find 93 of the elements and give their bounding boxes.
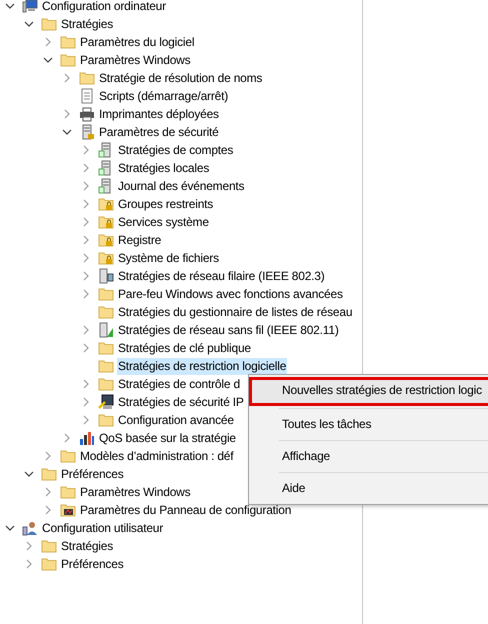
tree-item[interactable]: Configuration ordinateur [41, 0, 167, 14]
folder-icon [60, 448, 76, 464]
locked-folder-icon [98, 196, 114, 212]
tree-item[interactable]: Pare-feu Windows avec fonctions avancées [117, 286, 344, 302]
tree-item[interactable]: QoS basée sur la stratégie [98, 430, 237, 446]
expand-chevron-icon[interactable] [81, 199, 91, 209]
expand-chevron-icon[interactable] [81, 397, 91, 407]
expand-chevron-icon[interactable] [81, 289, 91, 299]
tree-item[interactable]: Paramètres du logiciel [79, 34, 196, 50]
folder-icon [98, 340, 114, 356]
expand-chevron-icon[interactable] [81, 235, 91, 245]
script-icon [79, 88, 95, 104]
tree-item[interactable]: Paramètres Windows [79, 52, 192, 68]
expand-chevron-icon[interactable] [81, 415, 91, 425]
collapse-chevron-icon[interactable] [43, 55, 53, 65]
tree-item[interactable]: Modèles d’administration : déf [79, 448, 234, 464]
folder-icon [98, 376, 114, 392]
tree-item[interactable]: Stratégies du gestionnaire de listes de réseau [117, 304, 354, 320]
expand-chevron-icon[interactable] [62, 109, 72, 119]
tree-item[interactable]: Stratégies de comptes [117, 142, 234, 158]
folder-icon [98, 358, 114, 374]
folder-icon [60, 52, 76, 68]
collapse-chevron-icon[interactable] [62, 127, 72, 137]
folder-icon [41, 16, 57, 32]
tree-item[interactable]: Paramètres du Panneau de configuration [79, 502, 292, 518]
expand-chevron-icon[interactable] [81, 253, 91, 263]
menu-item[interactable]: Affichage [249, 443, 488, 470]
menu-item[interactable]: Aide [249, 475, 488, 502]
tree-item[interactable]: Registre [117, 232, 162, 248]
tree-item[interactable]: Paramètres Windows [79, 484, 192, 500]
tree-item[interactable]: Stratégie de résolution de noms [98, 70, 264, 86]
menu-item[interactable]: Nouvelles stratégies de restriction logic [249, 377, 488, 406]
locked-folder-icon [98, 250, 114, 266]
folder-icon [98, 286, 114, 302]
bar-chart-icon [79, 430, 95, 446]
collapse-chevron-icon[interactable] [5, 1, 15, 11]
expand-chevron-icon[interactable] [43, 487, 53, 497]
folder-icon [98, 304, 114, 320]
locked-folder-icon [98, 232, 114, 248]
tree-item[interactable]: Stratégies locales [117, 160, 210, 176]
folder-icon [98, 412, 114, 428]
expand-chevron-icon[interactable] [81, 181, 91, 191]
tree-item[interactable]: Système de fichiers [117, 250, 220, 266]
expand-chevron-icon[interactable] [43, 37, 53, 47]
expand-chevron-icon[interactable] [81, 163, 91, 173]
tree-item[interactable]: Stratégies de sécurité IP [117, 394, 245, 410]
tree-item[interactable]: Stratégies [60, 16, 114, 32]
printer-icon [79, 106, 95, 122]
expand-chevron-icon[interactable] [81, 379, 91, 389]
tree-item[interactable]: Préférences [60, 556, 124, 572]
folder-icon [41, 538, 57, 554]
tree-item[interactable]: Stratégies de réseau sans fil (IEEE 802.11) [117, 322, 340, 338]
expand-chevron-icon[interactable] [81, 145, 91, 155]
expand-chevron-icon[interactable] [81, 325, 91, 335]
tree-item[interactable]: Préférences [60, 466, 124, 482]
signal-icon [98, 322, 114, 338]
expand-chevron-icon[interactable] [24, 541, 34, 551]
tree-item[interactable]: Groupes restreints [117, 196, 214, 212]
tree-item[interactable]: Journal des événements [117, 178, 246, 194]
collapse-chevron-icon[interactable] [24, 469, 34, 479]
expand-chevron-icon[interactable] [81, 271, 91, 281]
key-computer-icon [98, 394, 114, 410]
tree-item[interactable]: Paramètres de sécurité [98, 124, 220, 140]
expand-chevron-icon[interactable] [43, 505, 53, 515]
computer-icon [22, 0, 38, 14]
users-icon [22, 520, 38, 536]
folder-icon [41, 556, 57, 572]
network-icon [98, 268, 114, 284]
folder-icon [60, 484, 76, 500]
tree-item[interactable]: Scripts (démarrage/arrêt) [98, 88, 230, 104]
control-panel-icon [60, 502, 76, 518]
tree-item[interactable]: Stratégies de contrôle d [117, 376, 241, 392]
folder-icon [79, 70, 95, 86]
expand-chevron-icon[interactable] [62, 73, 72, 83]
collapse-chevron-icon[interactable] [5, 523, 15, 533]
tree-item[interactable]: Stratégies de restriction logicielle [117, 358, 288, 374]
tree-item[interactable]: Stratégies [60, 538, 114, 554]
folder-icon [41, 466, 57, 482]
collapse-chevron-icon[interactable] [24, 19, 34, 29]
tree-item[interactable]: Stratégies de réseau filaire (IEEE 802.3) [117, 268, 326, 284]
tree-item[interactable]: Configuration avancée [117, 412, 235, 428]
expand-chevron-icon[interactable] [43, 451, 53, 461]
tree-item[interactable]: Configuration utilisateur [41, 520, 164, 536]
tree-item[interactable]: Services système [117, 214, 210, 230]
expand-chevron-icon[interactable] [24, 559, 34, 569]
tree-item[interactable]: Imprimantes déployées [98, 106, 220, 122]
expand-chevron-icon[interactable] [62, 433, 72, 443]
folder-icon [60, 34, 76, 50]
expand-chevron-icon[interactable] [81, 217, 91, 227]
expand-chevron-icon[interactable] [81, 343, 91, 353]
tree-item[interactable]: Stratégies de clé publique [117, 340, 252, 356]
menu-item[interactable]: Toutes les tâches [249, 411, 488, 438]
locked-folder-icon [98, 214, 114, 230]
